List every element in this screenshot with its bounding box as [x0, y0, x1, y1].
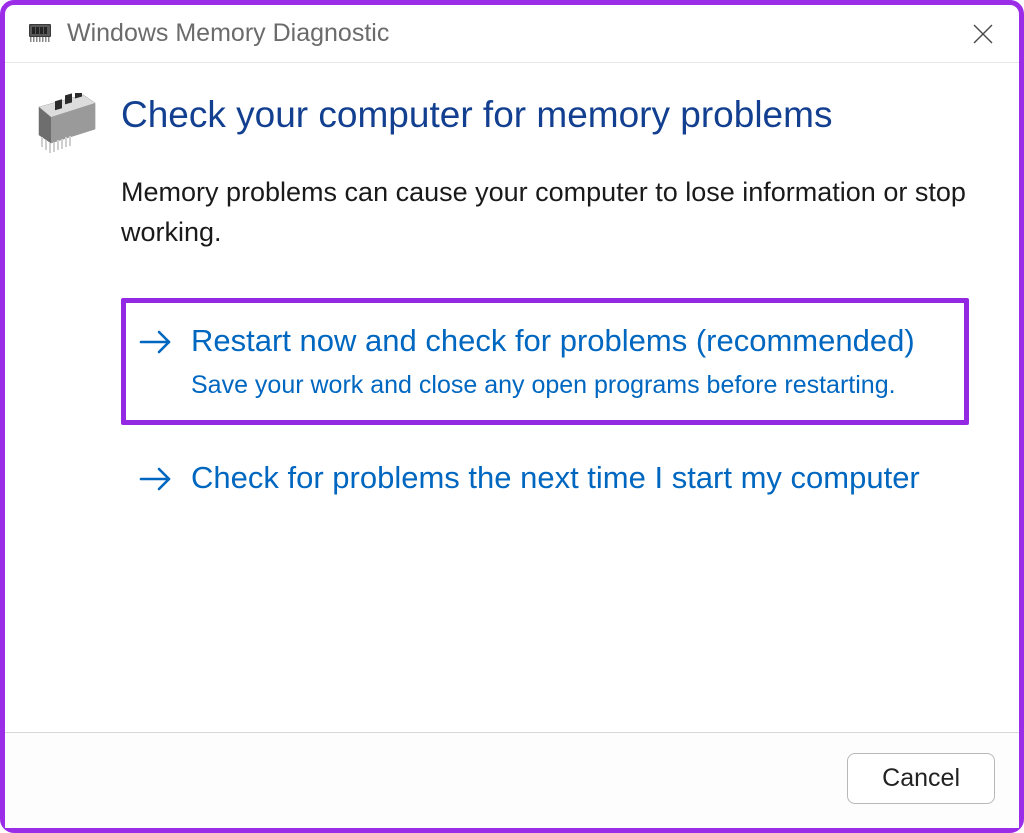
page-heading: Check your computer for memory problems — [121, 93, 969, 137]
arrow-right-icon — [137, 463, 177, 495]
arrow-right-icon — [137, 326, 177, 358]
option-restart-now[interactable]: Restart now and check for problems (reco… — [121, 298, 969, 425]
option-next-time-title: Check for problems the next time I start… — [191, 457, 949, 499]
option-next-time[interactable]: Check for problems the next time I start… — [121, 435, 969, 521]
content-body: Check your computer for memory problems … — [121, 93, 989, 712]
cancel-button[interactable]: Cancel — [847, 753, 995, 804]
memory-chip-small-icon — [27, 21, 53, 47]
footer: Cancel — [5, 732, 1019, 828]
titlebar: Windows Memory Diagnostic — [5, 5, 1019, 63]
window-title: Windows Memory Diagnostic — [67, 19, 969, 48]
option-restart-now-subtitle: Save your work and close any open progra… — [191, 368, 949, 403]
option-restart-now-title: Restart now and check for problems (reco… — [191, 320, 949, 362]
page-description: Memory problems can cause your computer … — [121, 173, 969, 251]
option-restart-now-text: Restart now and check for problems (reco… — [191, 320, 949, 403]
content-area: Check your computer for memory problems … — [5, 63, 1019, 732]
memory-diagnostic-window: Windows Memory Diagnostic — [0, 0, 1024, 833]
memory-chip-icon — [35, 93, 99, 157]
option-next-time-text: Check for problems the next time I start… — [191, 457, 949, 499]
close-icon[interactable] — [969, 20, 997, 48]
